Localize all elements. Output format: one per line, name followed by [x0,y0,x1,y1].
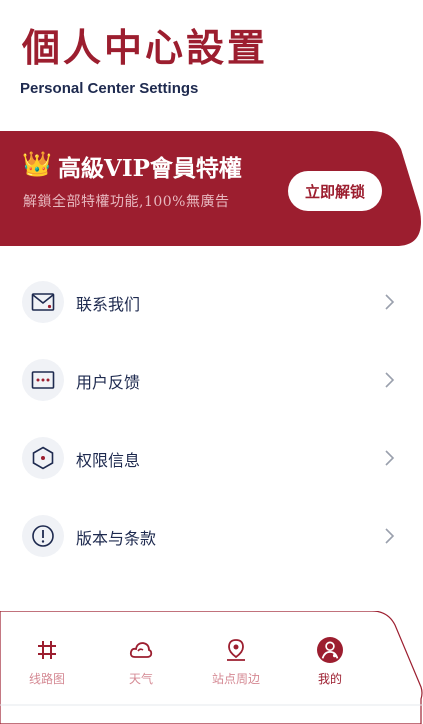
crown-icon: 👑 [22,150,52,178]
menu-item-label: 权限信息 [76,451,141,470]
nav-tab-profile[interactable]: 我的 [295,637,365,697]
nav-label: 天气 [128,672,153,686]
vip-title: 高級VIP會員特權 [58,155,242,182]
envelope-icon [22,281,64,323]
chevron-right-icon [385,450,395,466]
info-icon [22,515,64,557]
chevron-right-icon [385,294,395,310]
page-header: 個人中心設置 Personal Center Settings [0,0,423,120]
chat-icon [22,359,64,401]
menu-item-label: 用户反馈 [76,373,141,392]
location-pin-icon [223,637,249,663]
nav-label: 线路图 [28,672,65,686]
unlock-vip-button[interactable]: 立即解锁 [288,171,382,211]
menu-item-version-terms[interactable]: 版本与条款 [0,506,423,566]
route-map-icon [34,637,60,663]
nav-tab-nearby[interactable]: 站点周边 [201,637,271,697]
profile-icon [317,637,343,663]
menu-item-feedback[interactable]: 用户反馈 [0,350,423,410]
nav-label: 我的 [317,672,342,686]
chevron-right-icon [385,372,395,388]
menu-item-label: 版本与条款 [76,529,157,548]
menu-item-contact[interactable]: 联系我们 [0,272,423,332]
nav-tab-weather[interactable]: 天气 [106,637,176,697]
page-subtitle: Personal Center Settings [20,80,199,97]
hexagon-icon [22,437,64,479]
nav-tab-route-map[interactable]: 线路图 [12,637,82,697]
bottom-nav: 线路图 天气 站点周边 我的 [0,611,423,724]
menu-item-permissions[interactable]: 权限信息 [0,428,423,488]
vip-description: 解鎖全部特權功能,100%無廣告 [23,194,230,210]
nav-label: 站点周边 [211,672,260,686]
chevron-right-icon [385,528,395,544]
cloud-icon [128,637,154,663]
menu-item-label: 联系我们 [76,295,141,314]
page-title: 個人中心設置 [22,25,269,70]
